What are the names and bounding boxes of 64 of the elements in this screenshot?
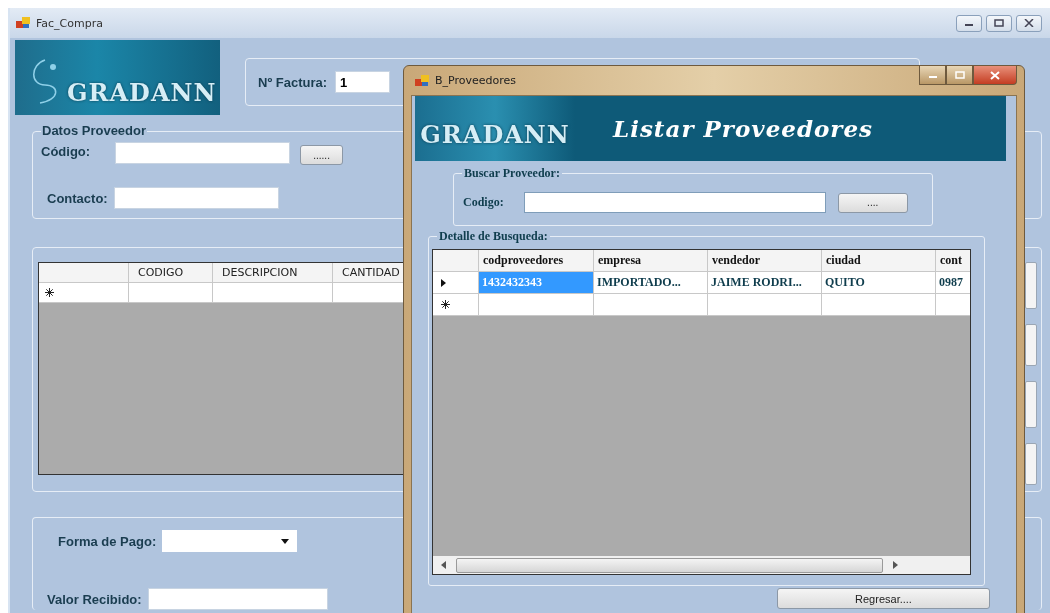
new-row-icon xyxy=(441,300,450,309)
maximize-icon xyxy=(994,19,1004,27)
contact-label: Contacto: xyxy=(47,190,108,206)
code-label: Código: xyxy=(41,144,91,159)
side-button[interactable] xyxy=(1025,262,1037,309)
column-header[interactable]: ciudad xyxy=(822,250,936,272)
code-search-field[interactable] xyxy=(523,192,826,213)
table-cell[interactable] xyxy=(822,294,936,316)
column-header[interactable]: cont xyxy=(936,250,970,272)
amount-received-field[interactable] xyxy=(147,588,328,610)
side-button[interactable] xyxy=(1025,381,1037,428)
amount-received-label: Valor Recibido: xyxy=(47,591,142,607)
side-button[interactable] xyxy=(1025,324,1037,366)
dropdown-caret-icon xyxy=(281,538,290,544)
scrollbar-thumb[interactable] xyxy=(456,557,883,573)
horizontal-scrollbar[interactable] xyxy=(433,556,970,574)
header-corner xyxy=(433,250,479,272)
table-cell[interactable] xyxy=(213,283,333,303)
table-cell[interactable]: 0987 xyxy=(936,272,970,294)
invoice-field[interactable]: 1 xyxy=(335,71,391,93)
logo-text: GRADANN xyxy=(67,78,217,107)
table-cell[interactable]: JAIME RODRI... xyxy=(708,272,822,294)
close-button[interactable] xyxy=(1016,14,1042,32)
side-button[interactable] xyxy=(1025,443,1037,485)
payment-method-label: Forma de Pago: xyxy=(58,533,157,549)
table-cell[interactable]: QUITO xyxy=(822,272,936,294)
minimize-button[interactable] xyxy=(956,14,982,32)
column-header[interactable]: DESCRIPCION xyxy=(213,263,333,283)
group-title: Datos Proveedor xyxy=(41,123,148,138)
column-header[interactable]: empresa xyxy=(594,250,708,272)
maximize-button[interactable] xyxy=(946,66,973,85)
app-icon xyxy=(16,17,30,29)
contact-field[interactable] xyxy=(113,187,279,209)
close-icon xyxy=(1024,19,1034,27)
close-button[interactable] xyxy=(973,66,1017,85)
table-cell[interactable] xyxy=(129,283,213,303)
scroll-left-icon[interactable] xyxy=(441,561,446,569)
table-cell[interactable] xyxy=(708,294,822,316)
group-title: Detalle de Busqueda: xyxy=(437,229,550,244)
logo-text: GRADANN xyxy=(420,120,570,149)
maximize-icon xyxy=(954,71,965,79)
window-title: B_Proveedores xyxy=(435,74,517,87)
back-button[interactable]: Regresar.... xyxy=(777,588,990,609)
column-header[interactable]: codproveedores xyxy=(479,250,594,272)
row-header[interactable] xyxy=(433,294,479,316)
new-row-icon xyxy=(45,288,54,297)
browse-button[interactable]: ...... xyxy=(300,145,344,165)
invoice-label: Nº Factura: xyxy=(258,74,328,90)
search-button[interactable]: .... xyxy=(837,192,908,213)
code-field[interactable] xyxy=(115,142,291,164)
code-label: Codigo: xyxy=(463,195,504,210)
scroll-right-icon[interactable] xyxy=(893,561,898,569)
window-title: Fac_Compra xyxy=(36,16,103,30)
maximize-button[interactable] xyxy=(986,14,1012,32)
table-cell[interactable]: IMPORTADO... xyxy=(594,272,708,294)
table-cell[interactable] xyxy=(594,294,708,316)
app-icon xyxy=(415,74,429,87)
close-icon xyxy=(990,70,1000,80)
table-cell[interactable] xyxy=(936,294,970,316)
column-header[interactable]: CODIGO xyxy=(129,263,213,283)
dialog-heading: Listar Proveedores xyxy=(613,115,874,142)
column-header[interactable]: vendedor xyxy=(708,250,822,272)
table-cell[interactable] xyxy=(479,294,594,316)
minimize-button[interactable] xyxy=(919,66,946,85)
